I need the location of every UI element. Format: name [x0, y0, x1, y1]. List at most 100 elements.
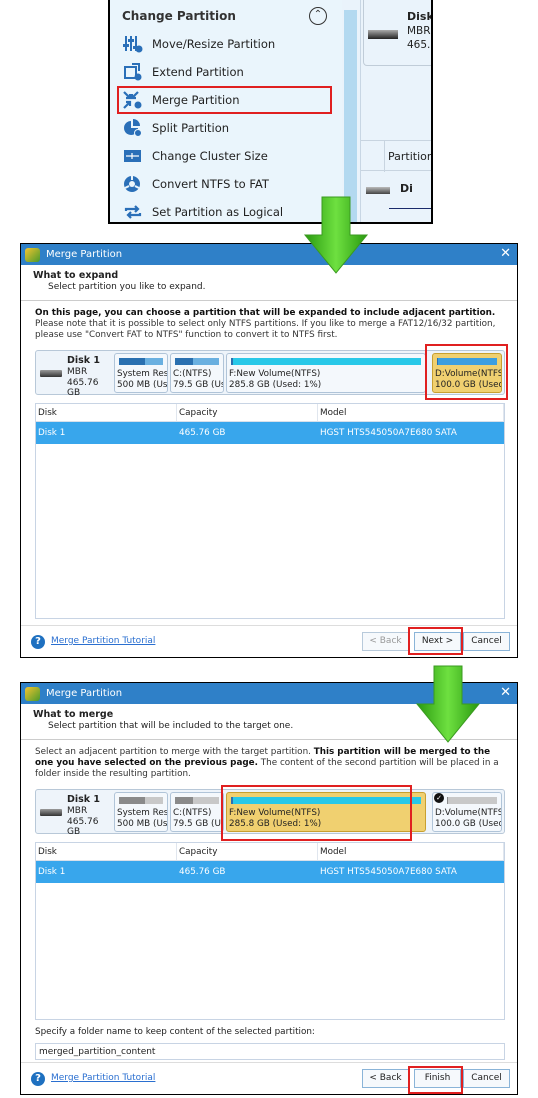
partition-f[interactable]: F:New Volume(NTFS) 285.8 GB (Used: 1%)	[226, 353, 426, 393]
column-header-row: Partition	[361, 140, 431, 172]
column-header-disk[interactable]: Disk	[36, 404, 177, 421]
partition-c[interactable]: C:(NTFS) 79.5 GB (Us	[170, 353, 224, 393]
description-start: Select an adjacent partition to merge wi…	[35, 747, 314, 757]
disk-name: Disk	[407, 10, 433, 23]
disk-type: MBR	[407, 25, 431, 37]
move-resize-icon	[123, 35, 143, 53]
partition-d-selected[interactable]: D:Volume(NTFS 100.0 GB (Used	[432, 353, 502, 393]
column-header-model[interactable]: Model	[318, 843, 504, 860]
disk-size: 465.	[407, 39, 431, 51]
folder-name-input[interactable]: merged_partition_content	[35, 1043, 505, 1060]
partition-c[interactable]: C:(NTFS) 79.5 GB (Use	[170, 792, 224, 832]
disk-name: Disk 1	[67, 355, 101, 366]
disk-preview-area: Disk MBR 465. Partition Di	[360, 0, 433, 222]
chevron-up-circle-icon[interactable]: ⌃	[309, 7, 327, 25]
app-logo-icon	[25, 686, 40, 701]
wizard-header: What to expand Select partition you like…	[21, 265, 517, 301]
green-arrow-down-icon	[415, 665, 481, 743]
description: Select an adjacent partition to merge wi…	[21, 740, 517, 787]
extend-icon	[123, 63, 143, 81]
partition-size: 285.8 GB (Used: 1%)	[229, 819, 322, 829]
back-button[interactable]: < Back	[362, 632, 409, 651]
partition-size: 500 MB (Use	[117, 380, 168, 390]
next-button[interactable]: Next >	[414, 632, 461, 651]
partition-size: 79.5 GB (Us	[173, 380, 224, 390]
cancel-button[interactable]: Cancel	[463, 632, 510, 651]
disk-table: Disk Capacity Model Disk 1 465.76 GB HGS…	[35, 403, 505, 619]
disk-table: Disk Capacity Model Disk 1 465.76 GB HGS…	[35, 842, 505, 1020]
disk-card[interactable]: Disk MBR 465.	[363, 0, 433, 66]
column-header-model[interactable]: Model	[318, 404, 504, 421]
usage-fill	[119, 797, 146, 804]
column-header-partition[interactable]: Partition	[388, 150, 431, 163]
column-header-capacity[interactable]: Capacity	[177, 843, 318, 860]
close-icon[interactable]: ✕	[500, 246, 511, 261]
menu-item-label: Set Partition as Logical	[152, 205, 284, 219]
merge-dialog-step1: Merge Partition ✕ What to expand Select …	[20, 243, 518, 658]
menu-item-split[interactable]: Split Partition	[123, 117, 229, 139]
partition-size: 100.0 GB (Used	[435, 819, 502, 829]
dialog-footer: ? Merge Partition Tutorial < Back Next >…	[21, 625, 517, 657]
partition-label: System Rese	[117, 369, 168, 379]
scrollbar[interactable]	[344, 10, 357, 222]
cluster-icon	[123, 147, 143, 165]
cell-model: HGST HTS545050A7E680 SATA	[320, 867, 457, 877]
usage-bar	[447, 797, 497, 804]
cell-disk: Disk 1	[38, 428, 66, 438]
partition-system-reserved[interactable]: System Rese 500 MB (Use	[114, 353, 168, 393]
partition-system-reserved[interactable]: System Rese 500 MB (Use	[114, 792, 168, 832]
usage-fill	[437, 358, 439, 365]
menu-item-logical[interactable]: Set Partition as Logical	[123, 201, 284, 222]
green-arrow-down-icon	[303, 196, 369, 274]
column-header-capacity[interactable]: Capacity	[177, 404, 318, 421]
usage-fill	[119, 358, 146, 365]
close-icon[interactable]: ✕	[500, 685, 511, 700]
usage-bar	[175, 797, 219, 804]
partition-size: 285.8 GB (Used: 1%)	[229, 380, 322, 390]
tutorial-link[interactable]: Merge Partition Tutorial	[51, 636, 155, 646]
sidebar: Change Partition ⌃ Move/Resize Partition…	[110, 0, 342, 222]
title-bar: Merge Partition ✕	[21, 244, 517, 265]
partition-label: F:New Volume(NTFS)	[229, 808, 321, 818]
dialog-title: Merge Partition	[46, 249, 123, 260]
folder-name-label: Specify a folder name to keep content of…	[35, 1027, 315, 1037]
usage-fill	[231, 797, 233, 804]
disk-row-label[interactable]: Di	[400, 182, 413, 195]
hdd-icon	[40, 809, 62, 816]
help-icon[interactable]: ?	[31, 1072, 45, 1086]
back-button[interactable]: < Back	[362, 1069, 409, 1088]
cell-capacity: 465.76 GB	[179, 867, 226, 877]
partition-size: 79.5 GB (Use	[173, 819, 223, 829]
tutorial-link[interactable]: Merge Partition Tutorial	[51, 1073, 155, 1083]
menu-item-move-resize[interactable]: Move/Resize Partition	[123, 33, 275, 55]
menu-item-extend[interactable]: Extend Partition	[123, 61, 244, 83]
app-logo-icon	[25, 247, 40, 262]
table-row[interactable]: Disk 1 465.76 GB HGST HTS545050A7E680 SA…	[36, 422, 504, 444]
highlight-box	[117, 86, 332, 114]
finish-button[interactable]: Finish	[414, 1069, 461, 1088]
help-icon[interactable]: ?	[31, 635, 45, 649]
group-title: Change Partition	[122, 9, 236, 23]
disk-info[interactable]: Disk 1 MBR 465.76 GB	[38, 792, 113, 837]
hdd-icon	[40, 370, 62, 377]
table-row[interactable]: Disk 1 465.76 GB HGST HTS545050A7E680 SA…	[36, 861, 504, 883]
step-title: What to expand	[33, 270, 119, 281]
menu-item-convert[interactable]: Convert NTFS to FAT	[123, 173, 269, 195]
menu-item-cluster[interactable]: Change Cluster Size	[123, 145, 268, 167]
usage-bar	[437, 358, 497, 365]
disk-size: 465.76 GB	[67, 817, 99, 837]
partition-label: C:(NTFS)	[173, 808, 212, 818]
column-header-disk[interactable]: Disk	[36, 843, 177, 860]
disk-type: MBR	[67, 806, 88, 816]
check-icon: ✓	[434, 793, 444, 803]
disk-info[interactable]: Disk 1 MBR 465.76 GB	[38, 353, 113, 398]
partition-f-selected[interactable]: F:New Volume(NTFS) 285.8 GB (Used: 1%)	[226, 792, 426, 832]
divider	[389, 208, 431, 209]
usage-fill	[175, 358, 193, 365]
table-header: Disk Capacity Model	[36, 404, 504, 422]
usage-fill	[231, 358, 233, 365]
partition-label: System Rese	[117, 808, 168, 818]
cancel-button[interactable]: Cancel	[463, 1069, 510, 1088]
menu-item-label: Split Partition	[152, 121, 230, 135]
usage-fill	[447, 797, 448, 804]
